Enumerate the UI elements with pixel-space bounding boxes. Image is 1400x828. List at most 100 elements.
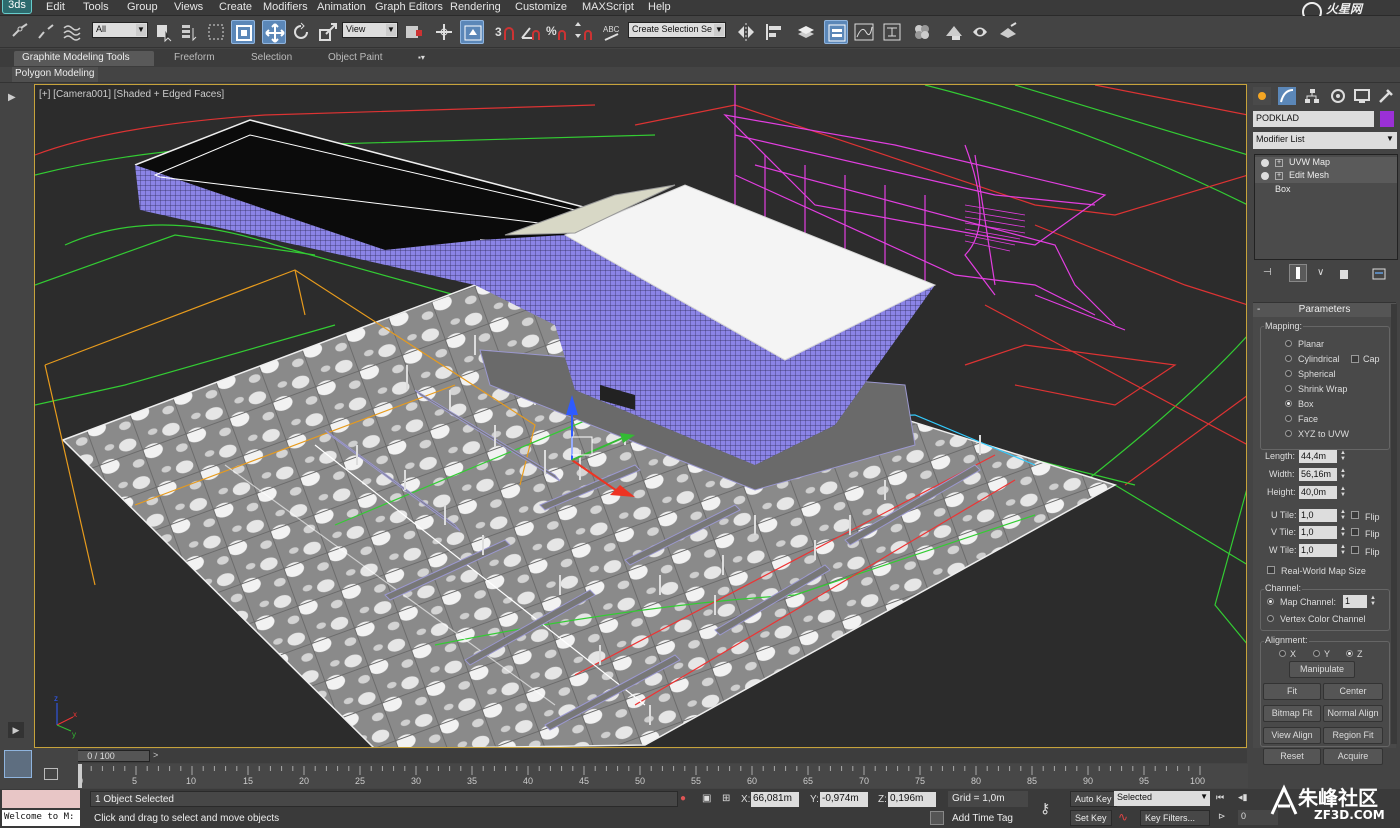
- object-color-swatch[interactable]: [1380, 111, 1394, 127]
- auto-key-button[interactable]: Auto Key: [1070, 791, 1117, 807]
- link-icon[interactable]: [8, 20, 32, 44]
- track-bar[interactable]: 0 5 10 15 20 25 30 35 40 45 50 55 60 65 …: [78, 764, 1248, 788]
- reset-button[interactable]: Reset: [1263, 748, 1321, 765]
- polygon-modeling-panel[interactable]: Polygon Modeling: [12, 67, 98, 82]
- pivot-center-icon[interactable]: [402, 20, 426, 44]
- z-coord-field[interactable]: 0,196m: [888, 792, 936, 807]
- selection-filter-dropdown[interactable]: All ▼: [92, 22, 148, 38]
- menu-animation[interactable]: Animation: [317, 1, 366, 13]
- manipulate-button[interactable]: Manipulate: [1289, 661, 1355, 678]
- spinner-snap-icon[interactable]: [570, 20, 594, 44]
- expand-icon[interactable]: +: [1275, 172, 1283, 180]
- angle-snap-icon[interactable]: [518, 20, 542, 44]
- w-flip-checkbox[interactable]: [1351, 546, 1359, 554]
- track-bar-options-icon[interactable]: [44, 768, 58, 780]
- radio-box[interactable]: [1285, 400, 1292, 407]
- render-production-icon[interactable]: [996, 20, 1020, 44]
- rendered-frame-window-icon[interactable]: [968, 20, 992, 44]
- stack-item-uvw-map[interactable]: + UVW Map: [1255, 157, 1397, 170]
- map-channel-spinner-arrows[interactable]: ▲ ▼: [1369, 595, 1377, 608]
- key-tangent-icon[interactable]: ∿: [1118, 810, 1134, 826]
- application-button[interactable]: 3ds: [2, 0, 32, 14]
- menu-help[interactable]: Help: [648, 1, 671, 13]
- named-selection-set-dropdown[interactable]: Create Selection Se ▼: [628, 22, 726, 38]
- stack-item-edit-mesh[interactable]: + Edit Mesh: [1255, 170, 1397, 183]
- manipulate-icon[interactable]: [432, 20, 456, 44]
- v-flip-checkbox[interactable]: [1351, 528, 1359, 536]
- key-filters-button[interactable]: Key Filters...: [1140, 810, 1210, 826]
- length-spinner-arrows[interactable]: ▲ ▼: [1339, 450, 1347, 463]
- u-tile-spinner[interactable]: 1,0: [1299, 509, 1337, 522]
- width-spinner-arrows[interactable]: ▲ ▼: [1339, 468, 1347, 481]
- tab-object-paint[interactable]: Object Paint: [320, 51, 390, 66]
- collapse-layout-icon[interactable]: ▶: [8, 722, 24, 738]
- w-tile-spinner-arrows[interactable]: ▲ ▼: [1339, 544, 1347, 557]
- height-spinner[interactable]: 40,0m: [1299, 486, 1337, 499]
- configure-modifier-sets-icon[interactable]: [1371, 266, 1387, 282]
- modifier-list-dropdown[interactable]: Modifier List ▼: [1253, 132, 1397, 149]
- normal-align-button[interactable]: Normal Align: [1323, 705, 1383, 722]
- command-panel-scrollbar[interactable]: [1391, 304, 1397, 744]
- select-and-move-icon[interactable]: [262, 20, 286, 44]
- w-tile-spinner[interactable]: 1,0: [1299, 544, 1337, 557]
- hierarchy-tab-icon[interactable]: [1303, 87, 1321, 105]
- reference-coordinate-dropdown[interactable]: View ▼: [342, 22, 398, 38]
- expand-icon[interactable]: +: [1275, 159, 1283, 167]
- set-key-mode-icon[interactable]: ⚷: [1040, 800, 1062, 816]
- show-end-result-icon[interactable]: [1289, 264, 1307, 282]
- v-tile-spinner-arrows[interactable]: ▲ ▼: [1339, 526, 1347, 539]
- remove-modifier-icon[interactable]: [1337, 267, 1351, 281]
- radio-vertex-color-channel[interactable]: [1267, 615, 1274, 622]
- schematic-view-icon[interactable]: [880, 20, 904, 44]
- mirror-icon[interactable]: [734, 20, 758, 44]
- tab-selection[interactable]: Selection: [243, 51, 300, 66]
- curve-editor-icon[interactable]: [852, 20, 876, 44]
- make-unique-icon[interactable]: ∨: [1317, 267, 1331, 281]
- select-and-scale-icon[interactable]: [316, 20, 340, 44]
- expand-layout-icon[interactable]: ▶: [8, 92, 24, 106]
- add-time-tag-button[interactable]: Add Time Tag: [948, 811, 1036, 827]
- mini-curve-editor-icon[interactable]: [4, 750, 32, 778]
- modify-tab-icon[interactable]: [1278, 87, 1296, 105]
- ribbon-options-icon[interactable]: ▪▾: [418, 53, 436, 63]
- maxscript-output-field[interactable]: Welcome to M:: [2, 810, 80, 826]
- menu-views[interactable]: Views: [174, 1, 203, 13]
- time-slider-next-icon[interactable]: >: [153, 750, 158, 760]
- menu-modifiers[interactable]: Modifiers: [263, 1, 308, 13]
- radio-map-channel[interactable]: [1267, 598, 1274, 605]
- visibility-bulb-icon[interactable]: [1261, 172, 1269, 180]
- select-by-name-icon[interactable]: [178, 20, 202, 44]
- real-world-map-size-checkbox[interactable]: [1267, 566, 1275, 574]
- center-button[interactable]: Center: [1323, 683, 1383, 700]
- stack-item-box[interactable]: Box: [1255, 184, 1397, 197]
- time-tag-icon[interactable]: [930, 811, 944, 825]
- display-tab-icon[interactable]: [1353, 87, 1371, 105]
- key-mode-dropdown[interactable]: Selected ▼: [1114, 791, 1210, 806]
- u-tile-spinner-arrows[interactable]: ▲ ▼: [1339, 509, 1347, 522]
- menu-customize[interactable]: Customize: [515, 1, 567, 13]
- select-and-rotate-icon[interactable]: [289, 20, 313, 44]
- go-to-start-icon[interactable]: ⏮: [1216, 792, 1232, 806]
- selection-lock-icon[interactable]: ▣: [702, 793, 712, 805]
- acquire-button[interactable]: Acquire: [1323, 748, 1383, 765]
- key-mode-toggle-icon[interactable]: ⊳: [1218, 811, 1232, 825]
- material-editor-icon[interactable]: [910, 20, 934, 44]
- height-spinner-arrows[interactable]: ▲ ▼: [1339, 486, 1347, 499]
- menu-tools[interactable]: Tools: [83, 1, 109, 13]
- radio-shrink-wrap[interactable]: [1285, 385, 1292, 392]
- snaps-toggle-icon[interactable]: 3: [492, 20, 516, 44]
- parameters-rollout-header[interactable]: - Parameters: [1253, 303, 1396, 317]
- camera-viewport[interactable]: z x y [+] [Camera001] [Shaded + Edged Fa…: [34, 84, 1247, 748]
- visibility-bulb-icon[interactable]: [1261, 159, 1269, 167]
- v-tile-spinner[interactable]: 1,0: [1299, 526, 1337, 539]
- percent-snap-icon[interactable]: %: [544, 20, 568, 44]
- cap-checkbox[interactable]: [1351, 355, 1359, 363]
- utilities-tab-icon[interactable]: [1377, 87, 1395, 105]
- x-coord-field[interactable]: 66,081m: [751, 792, 799, 807]
- radio-face[interactable]: [1285, 415, 1292, 422]
- pin-stack-icon[interactable]: ⊣: [1263, 267, 1275, 279]
- keyboard-shortcut-override-icon[interactable]: [460, 20, 484, 44]
- menu-graph-editors[interactable]: Graph Editors: [375, 1, 443, 13]
- radio-cylindrical[interactable]: [1285, 355, 1292, 362]
- menu-rendering[interactable]: Rendering: [450, 1, 501, 13]
